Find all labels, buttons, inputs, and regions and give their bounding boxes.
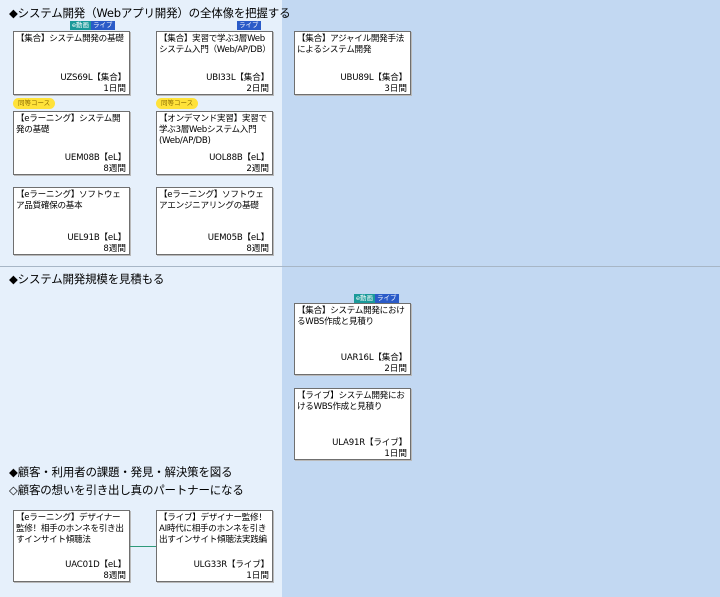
course-code: ULA91R【ライブ】 [332,438,407,448]
course-title: 【eラーニング】デザイナー監修！相手のホンネを引き出すインサイト傾聴法 [16,513,124,545]
course-card-uar16l[interactable]: 【集合】システム開発におけるWBS作成と見積り UAR16L【集合】 2日間 [294,303,411,375]
course-title: 【eラーニング】システム開発の基礎 [16,114,121,135]
section-title-customer-issues: ◆顧客・利用者の課題・発見・解決策を図る [9,465,233,479]
section-title-webapp: ◆システム開発（Webアプリ開発）の全体像を把握する [9,6,291,20]
badge-live: ライブ [237,21,261,30]
course-card-uzs69l[interactable]: 【集合】システム開発の基礎 UZS69L【集合】 1日間 [13,31,130,95]
course-duration: 1日間 [103,84,126,94]
section-divider [0,266,720,267]
course-card-uel91b[interactable]: 【eラーニング】ソフトウェア品質確保の基本 UEL91B【eL】 8週間 [13,187,130,255]
course-code: ULG33R【ライブ】 [193,560,270,570]
course-code: UZS69L【集合】 [60,73,126,83]
course-code: UEL91B【eL】 [67,233,126,243]
course-duration: 8週間 [103,164,126,174]
course-duration: 2日間 [246,84,269,94]
course-duration: 1日間 [384,449,407,459]
course-code: UBI33L【集合】 [206,73,269,83]
course-card-ubu89l[interactable]: 【集合】アジャイル開発手法によるシステム開発 UBU89L【集合】 3日間 [294,31,411,95]
course-duration: 3日間 [384,84,407,94]
course-duration: 2週間 [246,164,269,174]
course-title: 【集合】システム開発におけるWBS作成と見積り [297,306,405,327]
course-title: 【eラーニング】ソフトウェア品質確保の基本 [16,190,121,211]
course-code: UEM05B【eL】 [207,233,269,243]
badge-edo: e動画 [354,294,375,303]
course-duration: 1日間 [246,571,269,581]
course-card-uac01d[interactable]: 【eラーニング】デザイナー監修！相手のホンネを引き出すインサイト傾聴法 UAC0… [13,510,130,582]
badge-edo: e動画 [70,21,91,30]
course-title: 【集合】システム開発の基礎 [16,34,124,44]
course-code: UAR16L【集合】 [340,353,407,363]
course-card-uem08b[interactable]: 【eラーニング】システム開発の基礎 UEM08B【eL】 8週間 [13,111,130,175]
section-title-partner: ◇顧客の想いを引き出し真のパートナーになる [9,483,244,497]
course-card-ula91r[interactable]: 【ライブ】システム開発におけるWBS作成と見積り ULA91R【ライブ】 1日間 [294,388,411,460]
course-title: 【ライブ】システム開発におけるWBS作成と見積り [297,391,405,412]
course-code: UOL88B【eL】 [209,153,269,163]
section-title-estimate: ◆システム開発規模を見積もる [9,272,165,286]
course-title: 【ライブ】デザイナー監修！AI時代に相手のホンネを引き出すインサイト傾聴法実践編 [159,513,267,545]
course-duration: 8週間 [246,244,269,254]
badge-live: ライブ [91,21,115,30]
course-card-uem05b[interactable]: 【eラーニング】ソフトウェアエンジニアリングの基礎 UEM05B【eL】 8週間 [156,187,273,255]
course-card-ulg33r[interactable]: 【ライブ】デザイナー監修！AI時代に相手のホンネを引き出すインサイト傾聴法実践編… [156,510,273,582]
course-code: UEM08B【eL】 [64,153,126,163]
badge-equivalent-course: 同等コース [156,98,199,109]
course-code: UBU89L【集合】 [340,73,407,83]
course-duration: 8週間 [103,571,126,581]
course-title: 【集合】実習で学ぶ3層Webシステム入門（Web/AP/DB） [159,34,271,55]
course-duration: 2日間 [384,364,407,374]
course-title: 【eラーニング】ソフトウェアエンジニアリングの基礎 [159,190,264,211]
course-code: UAC01D【eL】 [65,560,126,570]
course-connector [130,546,156,547]
course-card-uol88b[interactable]: 【オンデマンド実習】実習で学ぶ3層Webシステム入門(Web/AP/DB) UO… [156,111,273,175]
course-card-ubi33l[interactable]: 【集合】実習で学ぶ3層Webシステム入門（Web/AP/DB） UBI33L【集… [156,31,273,95]
course-title: 【集合】アジャイル開発手法によるシステム開発 [297,34,405,55]
badge-equivalent-course: 同等コース [13,98,56,109]
badge-live: ライブ [375,294,399,303]
course-duration: 8週間 [103,244,126,254]
course-title: 【オンデマンド実習】実習で学ぶ3層Webシステム入門(Web/AP/DB) [159,114,267,146]
